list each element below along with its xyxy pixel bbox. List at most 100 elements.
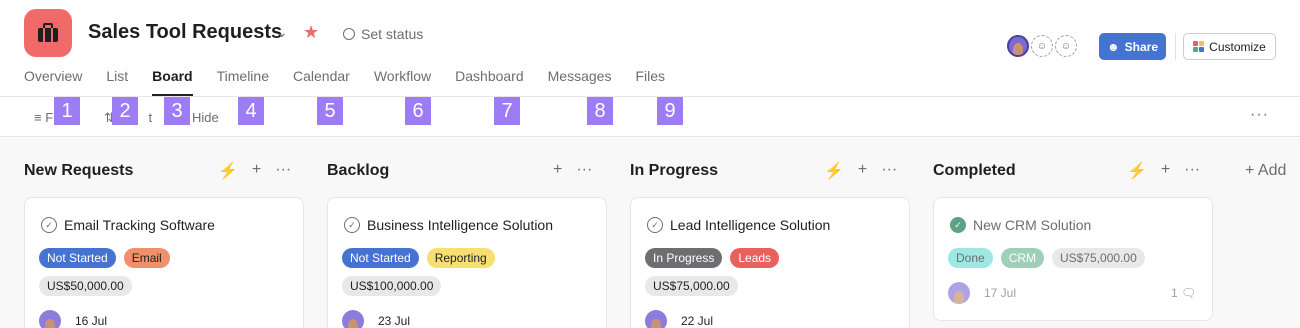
more-options-icon[interactable]: ··· — [881, 161, 897, 181]
column-title[interactable]: Backlog — [327, 162, 389, 180]
due-date[interactable]: 22 Jul — [681, 314, 713, 328]
divider — [1175, 33, 1176, 60]
view-toolbar: ≡ F ⇅ t Hide ··· — [0, 97, 1300, 137]
board: New Requests ⚡ + ··· ✓ Email Tracking So… — [0, 138, 1300, 328]
add-task-icon[interactable]: + — [553, 161, 562, 179]
project-title[interactable]: Sales Tool Requests — [88, 21, 282, 44]
column-actions: ⚡ + ··· — [218, 161, 291, 181]
tab-list[interactable]: List — [106, 68, 128, 96]
status-circle-icon — [343, 28, 355, 40]
people-icon: ☻ — [1107, 39, 1120, 54]
apps-grid-icon — [1193, 41, 1205, 52]
due-date[interactable]: 16 Jul — [75, 314, 107, 328]
task-card[interactable]: ✓ Business Intelligence Solution Not Sta… — [327, 197, 607, 328]
customize-label: Customize — [1209, 39, 1266, 54]
add-section-button[interactable]: + Add — [1245, 162, 1286, 180]
check-icon[interactable]: ✓ — [41, 217, 57, 233]
check-icon[interactable]: ✓ — [647, 217, 663, 233]
task-card[interactable]: ✓ New CRM Solution Done CRM US$75,000.00… — [933, 197, 1213, 321]
set-status-label: Set status — [361, 26, 424, 42]
overlay-badge: 2 — [112, 97, 138, 125]
avatar[interactable] — [1007, 35, 1029, 57]
comment-count-value: 1 — [1171, 286, 1178, 300]
task-title: Business Intelligence Solution — [367, 217, 554, 233]
column-title[interactable]: Completed — [933, 162, 1016, 180]
price-tag: US$75,000.00 — [1052, 248, 1145, 268]
add-member-icon[interactable]: ☺ — [1031, 35, 1053, 57]
add-task-icon[interactable]: + — [858, 161, 867, 181]
filter-icon: ≡ — [34, 110, 42, 125]
star-icon[interactable]: ★ — [303, 22, 319, 43]
avatar[interactable] — [39, 310, 61, 328]
tab-timeline[interactable]: Timeline — [217, 68, 269, 96]
overlay-badge: 1 — [54, 97, 80, 125]
share-label: Share — [1124, 39, 1158, 54]
category-tag: CRM — [1000, 248, 1045, 268]
sort-label: t — [148, 110, 153, 125]
project-members[interactable]: ☺ ☺ — [1007, 35, 1077, 57]
overlay-badge: 7 — [494, 97, 520, 125]
filter-label: F — [45, 110, 54, 125]
project-header: Sales Tool Requests ⌄ ★ Set status Overv… — [0, 0, 1300, 97]
filter-button[interactable]: ≡ F — [34, 110, 53, 125]
column-actions: ⚡ + ··· — [824, 161, 897, 181]
comment-count[interactable]: 1 🗨 — [1171, 286, 1196, 300]
add-member-icon[interactable]: ☺ — [1055, 35, 1077, 57]
column-actions: ⚡ + ··· — [1127, 161, 1200, 181]
share-button[interactable]: ☻ Share — [1099, 33, 1166, 60]
check-icon[interactable]: ✓ — [344, 217, 360, 233]
more-options-icon[interactable]: ··· — [1250, 106, 1269, 124]
task-title: Email Tracking Software — [64, 217, 215, 233]
column-title[interactable]: New Requests — [24, 162, 133, 180]
customize-button[interactable]: Customize — [1183, 33, 1276, 60]
price-tag: US$75,000.00 — [645, 276, 738, 296]
chevron-down-icon[interactable]: ⌄ — [276, 24, 288, 41]
tab-workflow[interactable]: Workflow — [374, 68, 431, 96]
tab-board[interactable]: Board — [152, 68, 193, 96]
lightning-icon[interactable]: ⚡ — [218, 161, 238, 181]
status-tag: In Progress — [645, 248, 723, 268]
more-options-icon[interactable]: ··· — [1184, 161, 1200, 181]
price-tag: US$100,000.00 — [342, 276, 442, 296]
task-title: New CRM Solution — [973, 217, 1092, 233]
hide-label: Hide — [192, 110, 219, 125]
tab-files[interactable]: Files — [635, 68, 665, 96]
hide-button[interactable]: Hide — [192, 110, 219, 125]
task-title: Lead Intelligence Solution — [670, 217, 831, 233]
avatar[interactable] — [342, 310, 364, 328]
price-tag: US$50,000.00 — [39, 276, 132, 296]
add-task-icon[interactable]: + — [252, 161, 261, 181]
due-date[interactable]: 23 Jul — [378, 314, 410, 328]
avatar[interactable] — [645, 310, 667, 328]
lightning-icon[interactable]: ⚡ — [824, 161, 844, 181]
tab-overview[interactable]: Overview — [24, 68, 82, 96]
category-tag: Leads — [730, 248, 780, 268]
avatar[interactable] — [948, 282, 970, 304]
more-options-icon[interactable]: ··· — [576, 161, 592, 179]
tab-messages[interactable]: Messages — [548, 68, 612, 96]
category-tag: Reporting — [426, 248, 495, 268]
status-tag: Not Started — [39, 248, 116, 268]
task-card[interactable]: ✓ Email Tracking Software Not Started Em… — [24, 197, 304, 328]
overlay-badge: 5 — [317, 97, 343, 125]
status-tag: Done — [948, 248, 993, 268]
project-tabs: Overview List Board Timeline Calendar Wo… — [24, 68, 689, 96]
overlay-badge: 6 — [405, 97, 431, 125]
more-options-icon[interactable]: ··· — [275, 161, 291, 181]
overlay-badge: 8 — [587, 97, 613, 125]
column-actions: + ··· — [553, 161, 592, 179]
tab-dashboard[interactable]: Dashboard — [455, 68, 524, 96]
task-card[interactable]: ✓ Lead Intelligence Solution In Progress… — [630, 197, 910, 328]
due-date[interactable]: 17 Jul — [984, 286, 1016, 300]
comment-icon: 🗨 — [1181, 286, 1197, 300]
overlay-badge: 4 — [238, 97, 264, 125]
add-task-icon[interactable]: + — [1161, 161, 1170, 181]
column-title[interactable]: In Progress — [630, 162, 718, 180]
category-tag: Email — [123, 248, 170, 268]
briefcase-icon[interactable] — [24, 9, 72, 57]
tab-calendar[interactable]: Calendar — [293, 68, 350, 96]
set-status-button[interactable]: Set status — [343, 26, 423, 42]
overlay-badge: 3 — [164, 97, 190, 125]
lightning-icon[interactable]: ⚡ — [1127, 161, 1147, 181]
check-icon[interactable]: ✓ — [950, 217, 966, 233]
